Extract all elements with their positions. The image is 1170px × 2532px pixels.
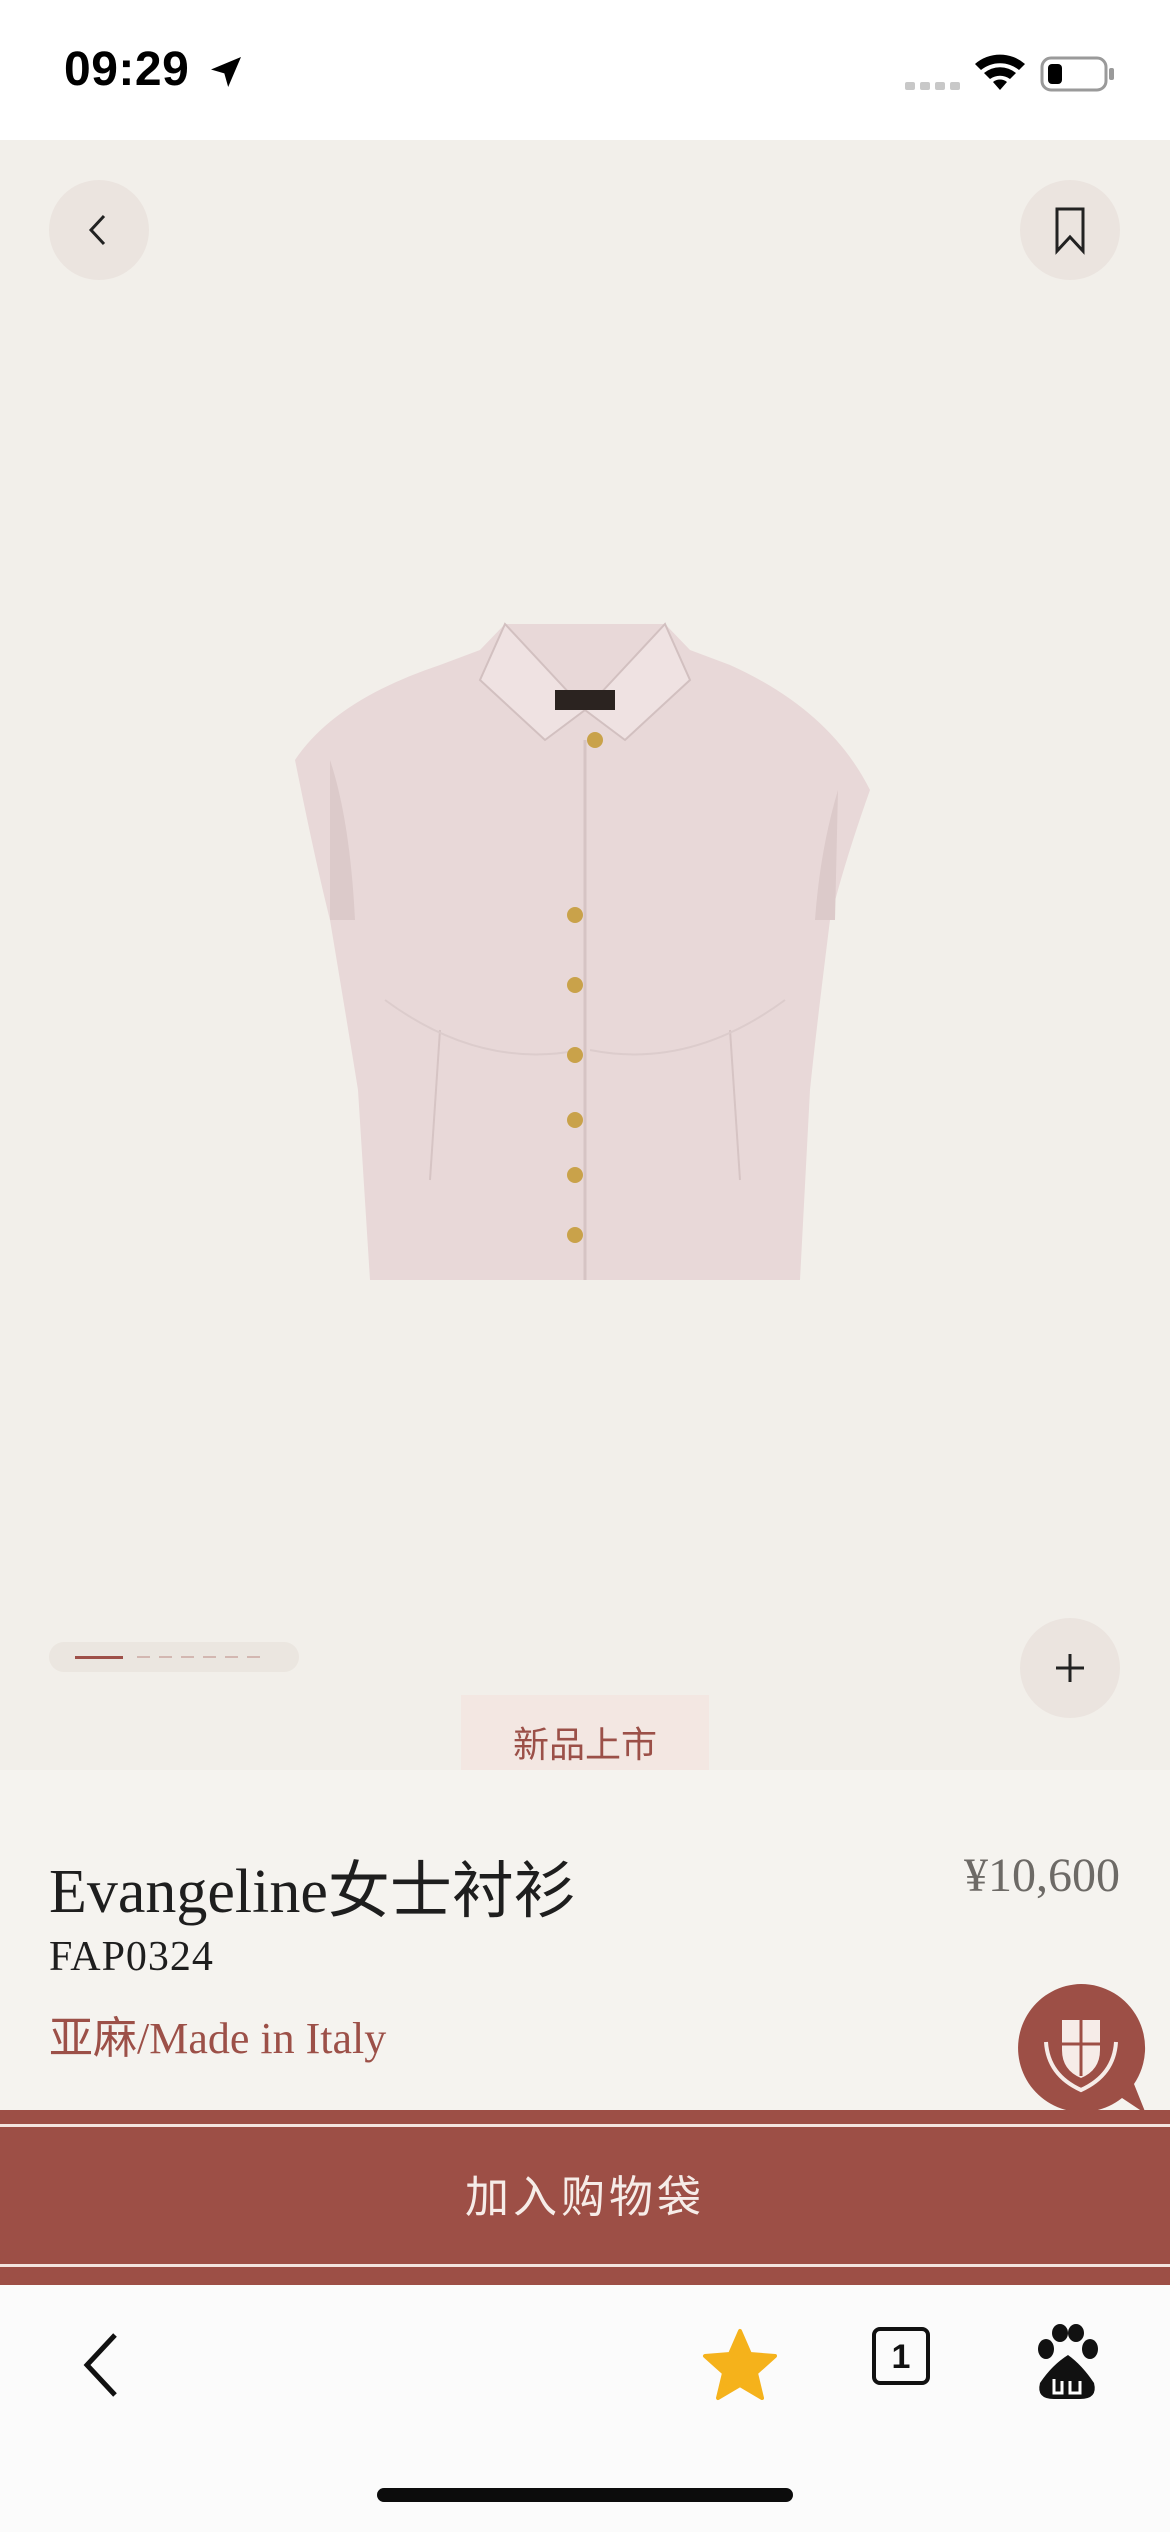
status-bar: 09:29 <box>0 0 1170 140</box>
product-info: Evangeline女士衬衫 ¥10,600 FAP0324 亚麻/Made i… <box>0 1770 1170 2110</box>
battery-icon <box>1040 56 1114 92</box>
status-time: 09:29 <box>64 43 190 96</box>
plus-icon <box>1056 1654 1084 1682</box>
pagination-dot <box>159 1656 172 1658</box>
product-price: ¥10,600 <box>964 1849 1120 1902</box>
location-arrow-icon <box>211 57 241 87</box>
pagination-dot <box>137 1656 150 1658</box>
product-image <box>295 622 870 1280</box>
pagination-dot <box>203 1656 216 1658</box>
pagination-dot-active <box>75 1656 123 1659</box>
bookmark-button[interactable] <box>1020 180 1120 280</box>
cellular-signal-icon <box>905 82 960 90</box>
browser-back-icon[interactable] <box>75 2325 135 2405</box>
new-arrival-tag: 新品上市 <box>461 1695 709 1770</box>
product-title: Evangeline女士衬衫 <box>49 1858 576 1926</box>
star-icon[interactable] <box>700 2325 780 2405</box>
pagination-dot <box>247 1656 260 1658</box>
back-icon <box>88 214 106 246</box>
back-button[interactable] <box>49 180 149 280</box>
zoom-button[interactable] <box>1020 1618 1120 1718</box>
add-to-bag-button[interactable]: 加入购物袋 <box>0 2110 1170 2285</box>
home-indicator <box>377 2488 793 2502</box>
chat-crest-icon[interactable] <box>1012 1980 1150 2118</box>
product-gallery[interactable]: 新品上市 <box>0 140 1170 1770</box>
pagination-dot <box>181 1656 194 1658</box>
tabs-button[interactable]: 1 <box>872 2327 930 2385</box>
baidu-icon[interactable] <box>1032 2323 1102 2403</box>
pagination-dot <box>225 1656 238 1658</box>
product-sku: FAP0324 <box>49 1934 214 1980</box>
bookmark-icon <box>1055 207 1085 255</box>
product-material: 亚麻/Made in Italy <box>49 2014 387 2063</box>
image-pagination <box>49 1642 299 1672</box>
wifi-icon <box>975 54 1025 90</box>
add-to-bag-label: 加入购物袋 <box>465 2173 705 2222</box>
